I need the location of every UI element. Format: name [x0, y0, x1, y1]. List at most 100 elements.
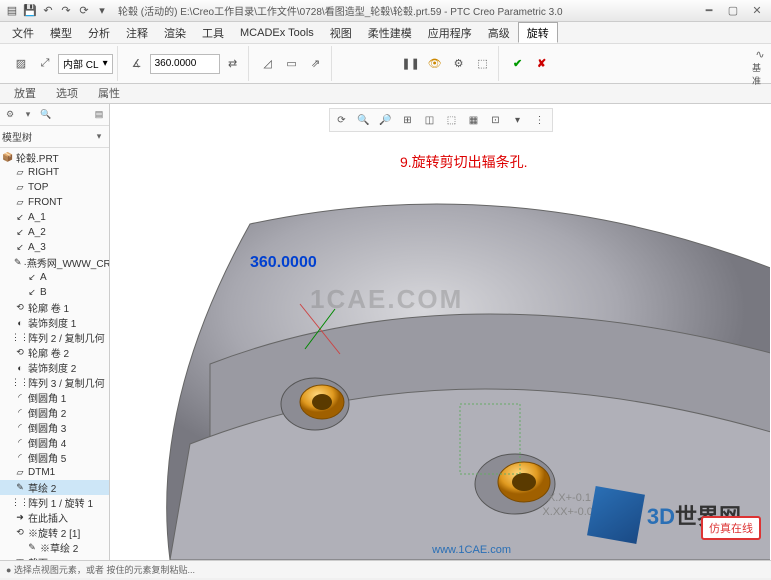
- app-menu-icon[interactable]: ▤: [4, 3, 20, 19]
- qat-dropdown-icon[interactable]: ▾: [94, 3, 110, 19]
- cancel-button[interactable]: ✘: [531, 53, 553, 75]
- thicken-icon[interactable]: ▭: [281, 53, 303, 75]
- tree-node-label: A_2: [28, 227, 46, 238]
- sketch-icon[interactable]: ▨: [10, 53, 32, 75]
- subtab-选项[interactable]: 选项: [46, 83, 88, 103]
- tree-node-label: 装饰刻度 2: [28, 360, 76, 375]
- datum-toggle-icon[interactable]: ∿: [752, 46, 768, 62]
- regen-icon[interactable]: ⟳: [76, 3, 92, 19]
- save-icon[interactable]: 💾: [22, 3, 38, 19]
- tree-filter-icon[interactable]: ▤: [91, 107, 107, 123]
- tree-node[interactable]: ➜在此插入: [0, 510, 109, 525]
- tree-node[interactable]: ◜倒圆角 2: [0, 405, 109, 420]
- menu-MCADEx Tools[interactable]: MCADEx Tools: [232, 22, 322, 43]
- tree-node-label: 倒圆角 2: [28, 405, 66, 420]
- tree-node-icon: ▱: [14, 182, 26, 194]
- direction-icon[interactable]: ⇗: [305, 53, 327, 75]
- tree-node[interactable]: ↙A: [0, 270, 109, 285]
- tree-node[interactable]: ✎草绘 2: [0, 480, 109, 495]
- tree-node[interactable]: ✎·燕秀网_WWW_CREOUG_C: [0, 255, 109, 270]
- menu-文件[interactable]: 文件: [4, 22, 42, 43]
- redo-icon[interactable]: ↷: [58, 3, 74, 19]
- ribbon-panel: ▨ ⤢ 内部 CL ▾ ∡ 360.0000 ⇄ ◿ ▭ ⇗ ❚❚ 👁 ⚙ ⬚ …: [0, 44, 771, 84]
- logo-text-1: 3D: [647, 504, 675, 529]
- tree-search-icon[interactable]: 🔍: [38, 107, 54, 123]
- pause-icon[interactable]: ❚❚: [400, 53, 422, 75]
- play-preview-icon[interactable]: 👁: [424, 53, 446, 75]
- menu-柔性建模[interactable]: 柔性建模: [360, 22, 420, 43]
- tree-node-label: RIGHT: [28, 167, 59, 178]
- menu-工具[interactable]: 工具: [194, 22, 232, 43]
- menu-高级[interactable]: 高级: [480, 22, 518, 43]
- tree-display-icon[interactable]: ▾: [20, 107, 36, 123]
- tree-node[interactable]: ⋮⋮阵列 3 / 复制几何: [0, 375, 109, 390]
- status-bar: ● 选择点视图元素，或者 按住的元素复制粘贴...: [0, 560, 771, 578]
- tree-node[interactable]: ◜倒圆角 1: [0, 390, 109, 405]
- dashboard-subtabs: 放置选项属性: [0, 84, 771, 104]
- tree-node[interactable]: ▱FRONT: [0, 195, 109, 210]
- tree-node-icon: ◜: [14, 422, 26, 434]
- tree-node[interactable]: ▱TOP: [0, 180, 109, 195]
- tree-node[interactable]: ▱RIGHT: [0, 165, 109, 180]
- subtab-放置[interactable]: 放置: [4, 83, 46, 103]
- tree-node[interactable]: ◐装饰刻度 2: [0, 360, 109, 375]
- tree-node-icon: ✎: [14, 482, 26, 494]
- tree-node[interactable]: ⋮⋮阵列 1 / 旋转 1: [0, 495, 109, 510]
- menu-应用程序[interactable]: 应用程序: [420, 22, 480, 43]
- feature-options-icon[interactable]: ⚙: [448, 53, 470, 75]
- tree-node[interactable]: ↙A_3: [0, 240, 109, 255]
- status-text: ● 选择点视图元素，或者 按住的元素复制粘贴...: [6, 563, 195, 576]
- tree-node[interactable]: ↙B: [0, 285, 109, 300]
- undo-icon[interactable]: ↶: [40, 3, 56, 19]
- menu-旋转[interactable]: 旋转: [518, 22, 558, 43]
- angle-input[interactable]: 360.0000: [150, 54, 220, 74]
- tree-node-label: A_3: [28, 242, 46, 253]
- tree-node-icon: ⋮⋮: [14, 497, 26, 509]
- tree-settings-icon[interactable]: ⚙: [2, 107, 18, 123]
- tree-node[interactable]: 📦轮毂.PRT: [0, 150, 109, 165]
- angle-icon[interactable]: ∡: [126, 53, 148, 75]
- verify-icon[interactable]: ⬚: [472, 53, 494, 75]
- chevron-down-icon: ▾: [103, 58, 108, 69]
- tree-node[interactable]: ◐装饰刻度 1: [0, 315, 109, 330]
- tree-node-label: 倒圆角 3: [28, 420, 66, 435]
- tree-node[interactable]: ✎※草绘 2: [0, 540, 109, 555]
- tree-node[interactable]: ⋮⋮阵列 2 / 复制几何: [0, 330, 109, 345]
- menu-视图[interactable]: 视图: [322, 22, 360, 43]
- menu-模型[interactable]: 模型: [42, 22, 80, 43]
- tree-node[interactable]: ↙A_1: [0, 210, 109, 225]
- axis-icon[interactable]: ⤢: [34, 53, 56, 75]
- maximize-button[interactable]: ▢: [723, 4, 743, 18]
- tree-node[interactable]: ⟲轮廓 卷 2: [0, 345, 109, 360]
- tree-node[interactable]: ◜倒圆角 4: [0, 435, 109, 450]
- tree-node[interactable]: ⟲轮廓 卷 1: [0, 300, 109, 315]
- placement-dropdown[interactable]: 内部 CL ▾: [58, 54, 113, 74]
- window-controls: ━ ▢ ✕: [699, 4, 767, 18]
- flip-icon[interactable]: ⇄: [222, 53, 244, 75]
- menu-渲染[interactable]: 渲染: [156, 22, 194, 43]
- tree-node-label: ※旋转 2 [1]: [28, 525, 80, 540]
- tree-node[interactable]: ◜倒圆角 3: [0, 420, 109, 435]
- tree-node-label: 轮廓 卷 2: [28, 345, 69, 360]
- tree-options-icon[interactable]: ▾: [91, 129, 107, 145]
- tree-node-label: 倒圆角 1: [28, 390, 66, 405]
- window-title: 轮毂 (活动的) E:\Creo工作目录\工作文件\0728\看图造型_轮毂\轮…: [110, 3, 699, 18]
- remove-material-icon[interactable]: ◿: [257, 53, 279, 75]
- model-tree[interactable]: 📦轮毂.PRT▱RIGHT▱TOP▱FRONT↙A_1↙A_2↙A_3✎·燕秀网…: [0, 148, 109, 560]
- tree-node-icon: ⋮⋮: [14, 332, 26, 344]
- angle-dimension[interactable]: 360.0000: [250, 254, 317, 272]
- tree-node[interactable]: ◫截面: [0, 555, 109, 560]
- tree-node[interactable]: ↙A_2: [0, 225, 109, 240]
- close-button[interactable]: ✕: [747, 4, 767, 18]
- minimize-button[interactable]: ━: [699, 4, 719, 18]
- graphics-viewport[interactable]: ⟳🔍🔎⊞◫⬚▦⊡▾⋮: [110, 104, 771, 560]
- tree-node[interactable]: ▱DTM1: [0, 465, 109, 480]
- tree-node-label: 倒圆角 5: [28, 450, 66, 465]
- tree-node[interactable]: ◜倒圆角 5: [0, 450, 109, 465]
- tree-node-label: FRONT: [28, 197, 62, 208]
- ok-button[interactable]: ✔: [507, 53, 529, 75]
- menu-分析[interactable]: 分析: [80, 22, 118, 43]
- subtab-属性[interactable]: 属性: [88, 83, 130, 103]
- tree-node[interactable]: ⟲※旋转 2 [1]: [0, 525, 109, 540]
- menu-注释[interactable]: 注释: [118, 22, 156, 43]
